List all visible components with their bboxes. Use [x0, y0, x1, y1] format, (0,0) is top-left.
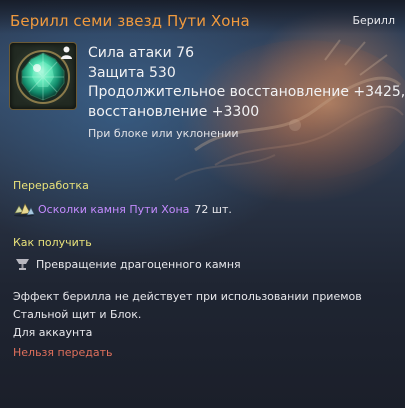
item-title: Берилл семи звезд Пути Хона [10, 12, 250, 30]
rework-material-name: Осколки камня Пути Хона [38, 202, 190, 216]
stone-shards-icon [14, 203, 35, 217]
stat-regen-line1: Продолжительное восстановление +3425, [88, 84, 405, 100]
stat-condition: При блоке или уклонении [88, 127, 239, 140]
rework-section-title: Переработка [13, 179, 89, 192]
item-icon-frame [9, 42, 77, 110]
effect-note: Эффект берилла не действует при использо… [13, 290, 362, 321]
obtain-source-text: Превращение драгоценного камня [36, 257, 241, 271]
stat-defense: Защита 530 [88, 64, 176, 81]
transform-goblet-icon [16, 258, 29, 270]
person-icon [61, 46, 72, 59]
stat-regen-line2: восстановление +3300 [88, 103, 260, 120]
rework-material-count: 72 шт. [194, 202, 232, 216]
obtain-source-row: Превращение драгоценного камня [15, 256, 241, 272]
no-trade-label: Нельзя передать [13, 346, 113, 359]
item-tooltip: Берилл семи звезд Пути Хона Берилл Сила … [0, 0, 405, 408]
stat-attack: Сила атаки 76 [88, 45, 194, 61]
obtain-section-title: Как получить [13, 236, 92, 249]
item-category: Берилл [352, 14, 395, 27]
item-stats: Сила атаки 76 Защита 530 Продолжительное… [88, 44, 405, 144]
account-bound-label: Для аккаунта [13, 326, 93, 339]
rework-material-row[interactable]: Осколки камня Пути Хона 72 шт. [13, 200, 232, 218]
